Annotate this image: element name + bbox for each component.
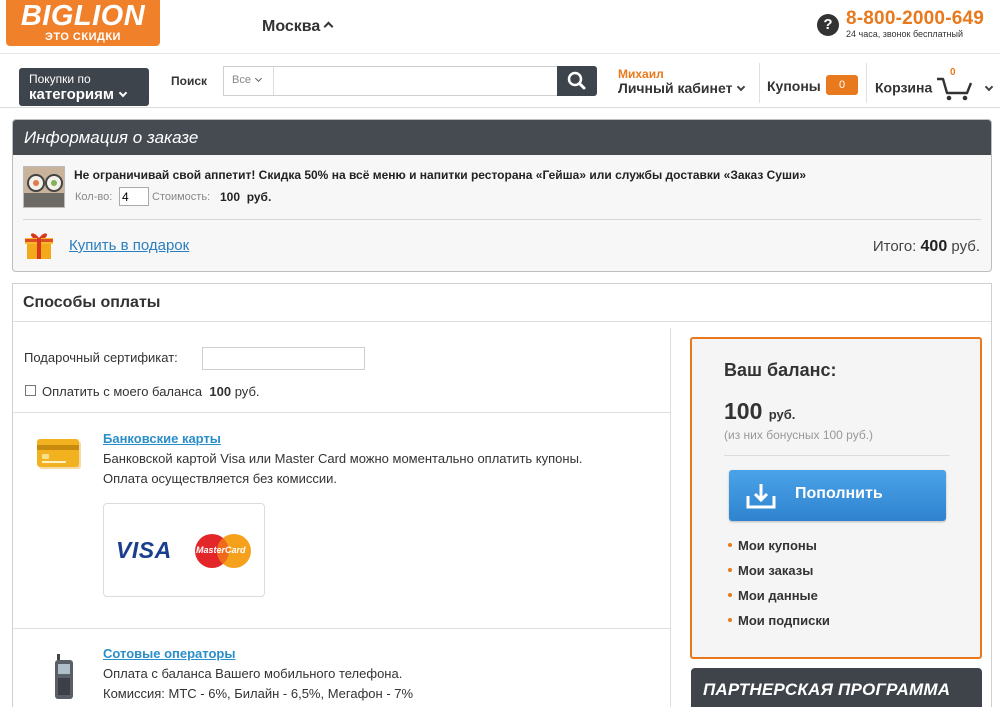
payment-methods-title: Способы оплаты: [23, 294, 161, 311]
balance-divider: [724, 455, 950, 456]
search-input[interactable]: [276, 68, 556, 94]
my-data-link[interactable]: Мои данные: [728, 588, 818, 603]
coupons-count-badge: 0: [826, 75, 858, 95]
biglion-logo[interactable]: BIGLION ЭТО СКИДКИ: [6, 0, 160, 46]
sushi-image-icon: [24, 167, 64, 207]
top-up-label: Пополнить: [795, 485, 883, 502]
deal-thumbnail: [23, 166, 65, 208]
balance-bonus-note: (из них бонусных 100 руб.): [724, 428, 874, 442]
categories-small-label: Покупки по: [29, 72, 91, 86]
payment-column-divider: [670, 328, 671, 707]
mobile-phone-icon: [55, 654, 73, 699]
cabinet-label: Личный кабинет: [618, 80, 733, 96]
personal-cabinet-menu[interactable]: Личный кабинет: [618, 80, 746, 96]
quantity-input[interactable]: [119, 187, 149, 206]
city-selector[interactable]: Москва: [262, 18, 334, 36]
order-divider: [23, 219, 981, 220]
categories-label: категориям: [29, 86, 114, 103]
my-orders-link[interactable]: Мои заказы: [728, 563, 813, 578]
cost-label: Стоимость:: [152, 191, 211, 203]
nav-divider-line: [0, 107, 1000, 108]
search-scope-select[interactable]: Все: [224, 67, 274, 95]
chevron-down-icon: [984, 82, 994, 91]
bank-cards-text-1: Банковской картой Visa или Master Card м…: [103, 451, 583, 466]
cart-link[interactable]: Корзина: [875, 76, 994, 102]
mobile-text-1: Оплата с баланса Вашего мобильного телеф…: [103, 666, 403, 681]
bullet-icon: [728, 543, 732, 547]
visa-logo: VISA: [116, 537, 172, 563]
section-divider: [13, 412, 670, 413]
mobile-text-2: Комиссия: МТС - 6%, Билайн - 6,5%, Мегаф…: [103, 686, 414, 701]
payment-title-divider: [13, 321, 991, 322]
cart-label: Корзина: [875, 79, 933, 96]
search-button[interactable]: [557, 66, 597, 96]
user-name: Михаил: [618, 67, 664, 81]
download-tray-icon: [746, 484, 776, 509]
logo-subtitle: ЭТО СКИДКИ: [45, 31, 121, 43]
bank-cards-link[interactable]: Банковские карты: [103, 431, 221, 446]
buy-as-gift-link[interactable]: Купить в подарок: [69, 237, 189, 254]
order-total: Итого: 400 руб.: [872, 238, 980, 255]
page: BIGLION ЭТО СКИДКИ Москва ? 8-800-2000-6…: [0, 0, 1000, 707]
section-divider: [13, 628, 670, 629]
city-label: Москва: [262, 18, 321, 35]
bank-card-icon: [37, 439, 81, 469]
gift-certificate-input[interactable]: [202, 347, 365, 370]
card-logos[interactable]: VISA MasterCard: [103, 503, 265, 597]
nav-divider: [866, 63, 867, 103]
quantity-label: Кол-во:: [75, 191, 113, 203]
logo-title: BIGLION: [20, 0, 146, 32]
my-coupons-link[interactable]: Мои купоны: [728, 538, 817, 553]
search-scope-value: Все: [232, 74, 251, 86]
search-icon: [567, 71, 586, 90]
gift-certificate-label: Подарочный сертификат:: [24, 350, 178, 365]
coupons-link[interactable]: Купоны: [767, 78, 821, 94]
categories-button[interactable]: Покупки по категориям: [19, 68, 149, 106]
chevron-down-icon: [254, 74, 263, 83]
mobile-operators-link[interactable]: Сотовые операторы: [103, 646, 235, 661]
pay-from-balance-checkbox[interactable]: [25, 385, 36, 396]
top-up-button[interactable]: Пополнить: [729, 470, 946, 521]
bank-cards-text-2: Оплата осуществляется без комиссии.: [103, 471, 337, 486]
deal-title: Не ограничивай свой аппетит! Скидка 50% …: [74, 168, 807, 182]
cost-value: 100 руб.: [220, 190, 272, 204]
phone-number: 8-800-2000-649: [846, 8, 985, 29]
partner-program-banner[interactable]: ПАРТНЕРСКАЯ ПРОГРАММА: [691, 668, 982, 707]
phone-note: 24 часа, звонок бесплатный: [846, 29, 964, 39]
balance-amount: 100 руб.: [724, 398, 796, 424]
balance-title: Ваш баланс:: [724, 360, 837, 380]
bullet-icon: [728, 593, 732, 597]
my-subscriptions-link[interactable]: Мои подписки: [728, 613, 830, 628]
balance-widget: Ваш баланс: 100 руб. (из них бонусных 10…: [690, 337, 982, 659]
mastercard-label: MasterCard: [196, 545, 246, 555]
pay-from-balance-label: Оплатить с моего баланса 100 руб.: [42, 384, 260, 399]
bullet-icon: [728, 568, 732, 572]
chevron-down-icon: [737, 82, 746, 92]
order-info-title: Информация о заказе: [13, 120, 991, 155]
chevron-down-icon: [118, 88, 128, 98]
gift-icon: [25, 233, 53, 259]
order-info-panel: Информация о заказе Не ограничивай свой …: [12, 119, 992, 272]
help-icon[interactable]: ?: [817, 14, 839, 36]
search-label: Поиск: [171, 74, 208, 88]
cart-icon: [937, 77, 973, 101]
nav-divider: [759, 63, 760, 103]
header-divider: [0, 53, 1000, 54]
chevron-up-icon: [323, 21, 334, 32]
bullet-icon: [728, 618, 732, 622]
cart-count: 0: [950, 67, 956, 78]
